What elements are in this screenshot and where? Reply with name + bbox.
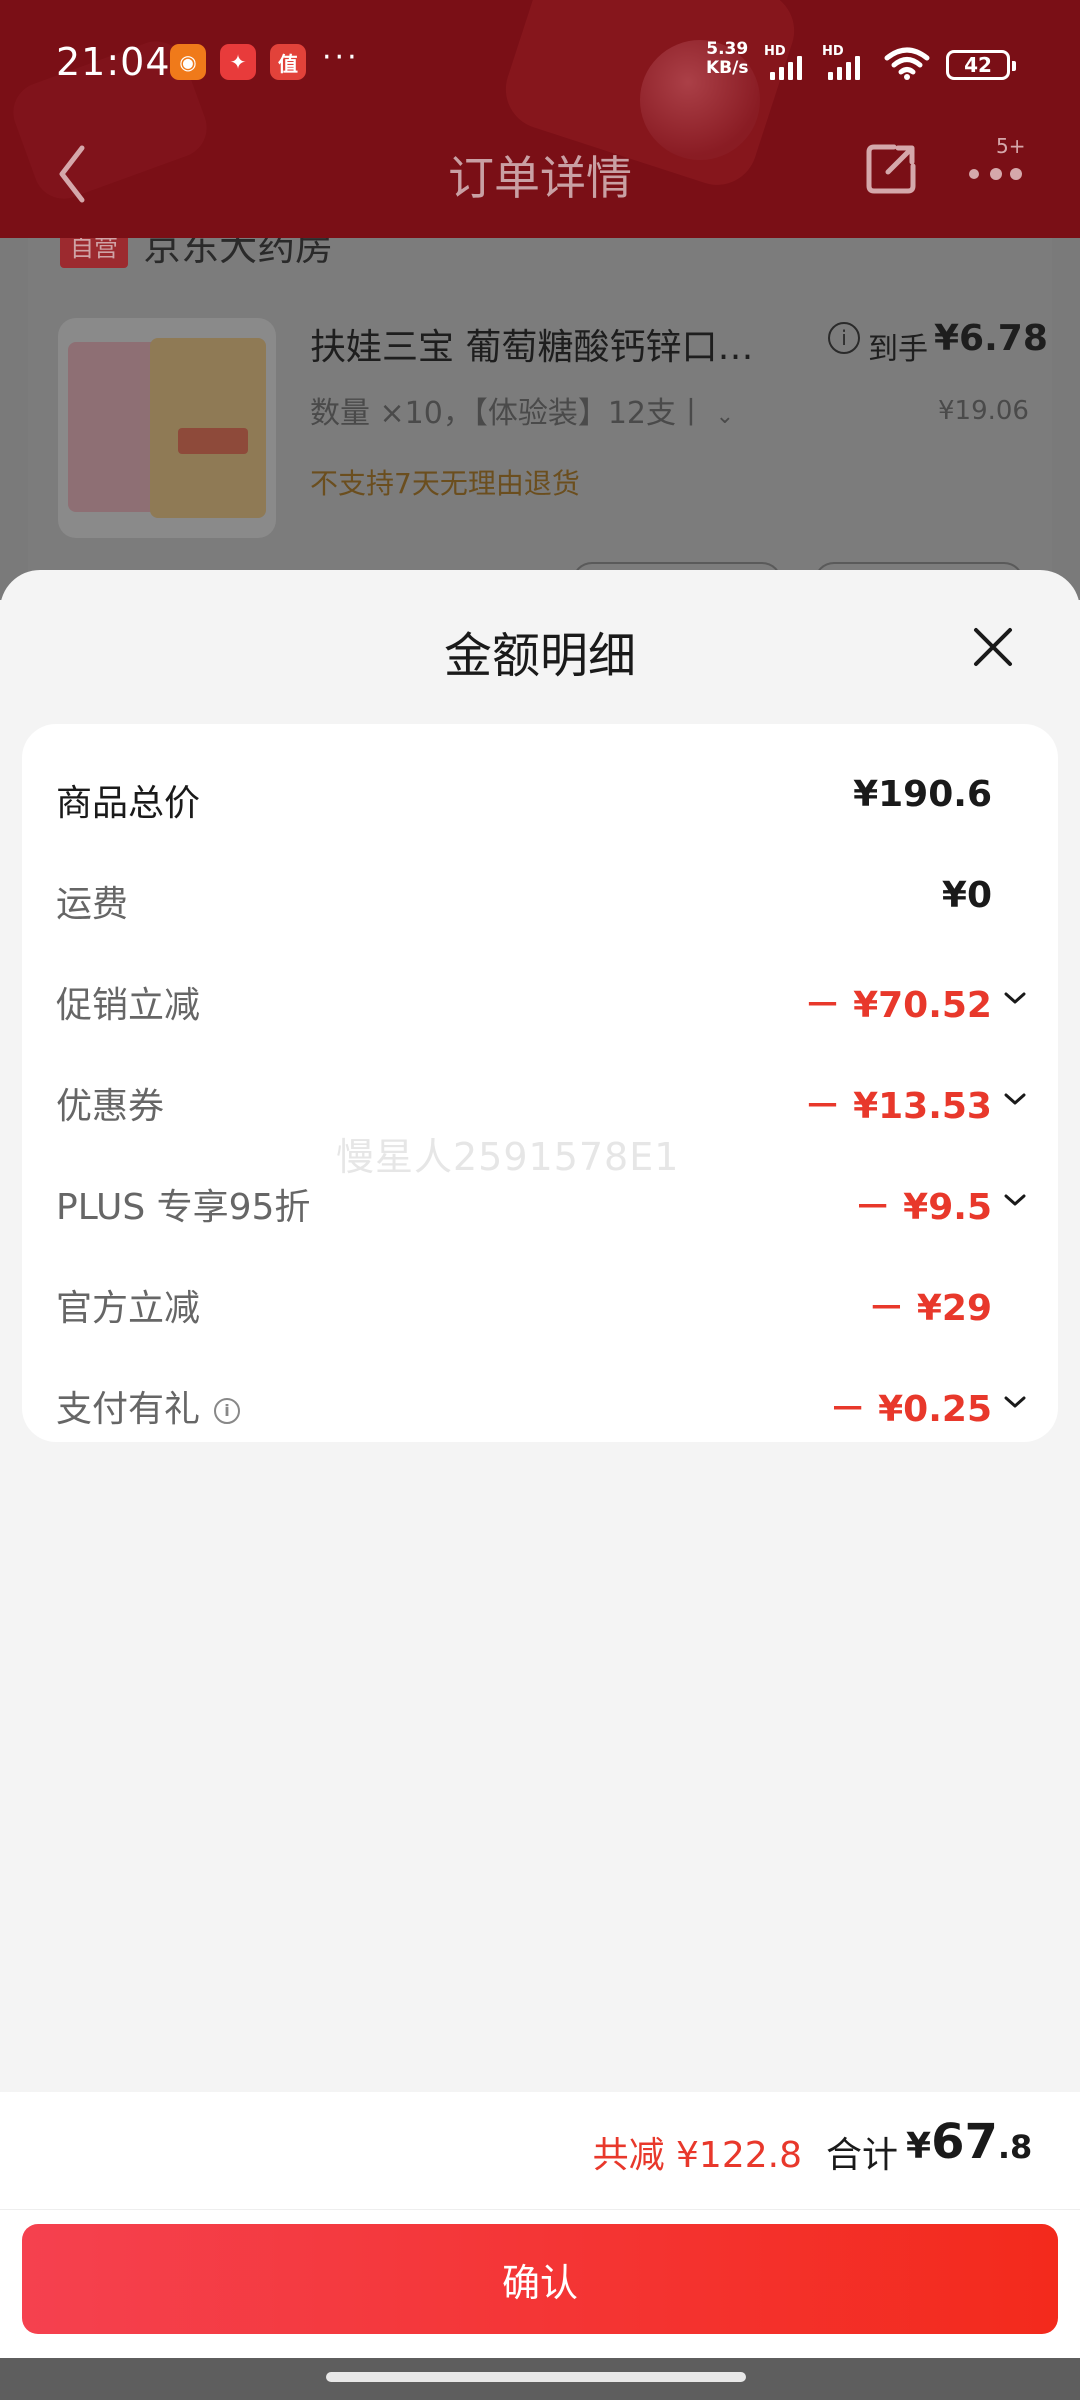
- status-bar: 21:04 ◉ ✦ 值 ··· 5.39 KB/s HD HD 42: [0, 0, 1080, 120]
- nav-bar: 订单详情 5+: [0, 120, 1080, 238]
- chevron-down-icon: ⌄: [715, 404, 735, 429]
- watermark: 慢星人2591578E1: [336, 1135, 680, 1179]
- signal-icon-2: HD: [822, 44, 892, 80]
- total-label: 合计: [826, 2135, 899, 2176]
- total-amount: ¥67.8: [906, 2114, 1033, 2170]
- row-amount: ¥190.6: [853, 774, 992, 815]
- page-title: 订单详情: [448, 151, 632, 205]
- amount-detail-list: 商品总价 ¥190.6 运费 ¥0 促销立减 － ¥70.52 优惠券 － ¥1…: [22, 724, 1058, 1442]
- store-name: 京东大药房: [143, 238, 334, 269]
- chevron-down-icon[interactable]: [1002, 1190, 1028, 1210]
- more-notifications-icon: ···: [322, 40, 360, 75]
- product-image[interactable]: [58, 318, 276, 538]
- row-amount: － ¥9.5: [854, 1187, 992, 1228]
- close-icon[interactable]: [968, 622, 1018, 672]
- share-icon[interactable]: [864, 142, 918, 196]
- row-amount: － ¥0.25: [829, 1389, 992, 1430]
- row-plus-discount[interactable]: PLUS 专享95折 － ¥9.5: [22, 1172, 1058, 1232]
- wifi-icon: [884, 47, 930, 80]
- row-label: 支付有礼 i: [56, 1380, 241, 1432]
- return-notice: 不支持7天无理由退货: [310, 467, 580, 500]
- product-name[interactable]: 扶娃三宝 葡萄糖酸钙锌口…: [310, 318, 753, 370]
- row-label: 运费: [56, 884, 129, 925]
- row-label: 优惠券: [56, 1086, 165, 1127]
- order-detail-background: 21:04 ◉ ✦ 值 ··· 5.39 KB/s HD HD 42 订单详情: [0, 0, 1080, 600]
- price-label: 到手: [868, 332, 928, 367]
- total-saving: 共减 ¥122.8: [592, 2135, 802, 2176]
- confirm-area: 确认: [0, 2210, 1080, 2358]
- waimai-icon: ✦: [220, 44, 256, 80]
- row-label: 促销立减: [56, 985, 201, 1026]
- order-product-card: 自营 京东大药房 扶娃三宝 葡萄糖酸钙锌口… i 到手 ¥6.78 数量 ×10…: [28, 238, 1052, 600]
- sheet-title: 金额明细: [443, 628, 636, 684]
- more-icon[interactable]: [966, 156, 1026, 182]
- price-info-icon[interactable]: i: [828, 322, 860, 354]
- total-summary-bar: 共减 ¥122.8 合计 ¥67.8: [0, 2092, 1080, 2210]
- row-label: 官方立减: [56, 1288, 201, 1329]
- home-indicator[interactable]: [326, 2372, 746, 2382]
- zhi-icon: 值: [270, 44, 306, 80]
- store-row: 自营 京东大药房: [60, 238, 333, 274]
- store-tag: 自营: [60, 238, 128, 268]
- row-amount: － ¥13.53: [804, 1086, 992, 1127]
- row-shipping: 运费 ¥0: [22, 869, 1058, 929]
- product-price: ¥6.78: [934, 318, 1048, 359]
- row-label: PLUS 专享95折: [56, 1187, 311, 1228]
- status-time: 21:04: [56, 40, 171, 84]
- row-payment-gift[interactable]: 支付有礼 i － ¥0.25: [22, 1374, 1058, 1434]
- chevron-down-icon[interactable]: [1002, 1392, 1028, 1412]
- confirm-button[interactable]: 确认: [22, 2224, 1058, 2334]
- battery-icon: 42: [946, 50, 1016, 80]
- row-promotion[interactable]: 促销立减 － ¥70.52: [22, 970, 1058, 1030]
- chevron-down-icon[interactable]: [1002, 988, 1028, 1008]
- system-nav-bar: [0, 2358, 1080, 2400]
- row-goods-total: 商品总价 ¥190.6: [22, 768, 1058, 828]
- row-official-discount: 官方立减 － ¥29: [22, 1273, 1058, 1333]
- row-amount: － ¥70.52: [804, 985, 992, 1026]
- info-icon[interactable]: i: [214, 1398, 241, 1424]
- quantity-spec[interactable]: 数量 ×10，【体验装】12支丨 ⌄: [310, 388, 734, 432]
- row-label: 商品总价: [56, 783, 201, 824]
- row-amount: － ¥29: [868, 1288, 992, 1329]
- row-amount: ¥0: [941, 875, 992, 916]
- original-price: ¥19.06: [938, 396, 1029, 426]
- more-badge: 5+: [996, 134, 1026, 158]
- net-speed: 5.39 KB/s: [706, 39, 749, 78]
- row-coupon[interactable]: 优惠券 － ¥13.53: [22, 1071, 1058, 1131]
- chevron-down-icon[interactable]: [1002, 1089, 1028, 1109]
- taobao-icon: ◉: [170, 44, 206, 80]
